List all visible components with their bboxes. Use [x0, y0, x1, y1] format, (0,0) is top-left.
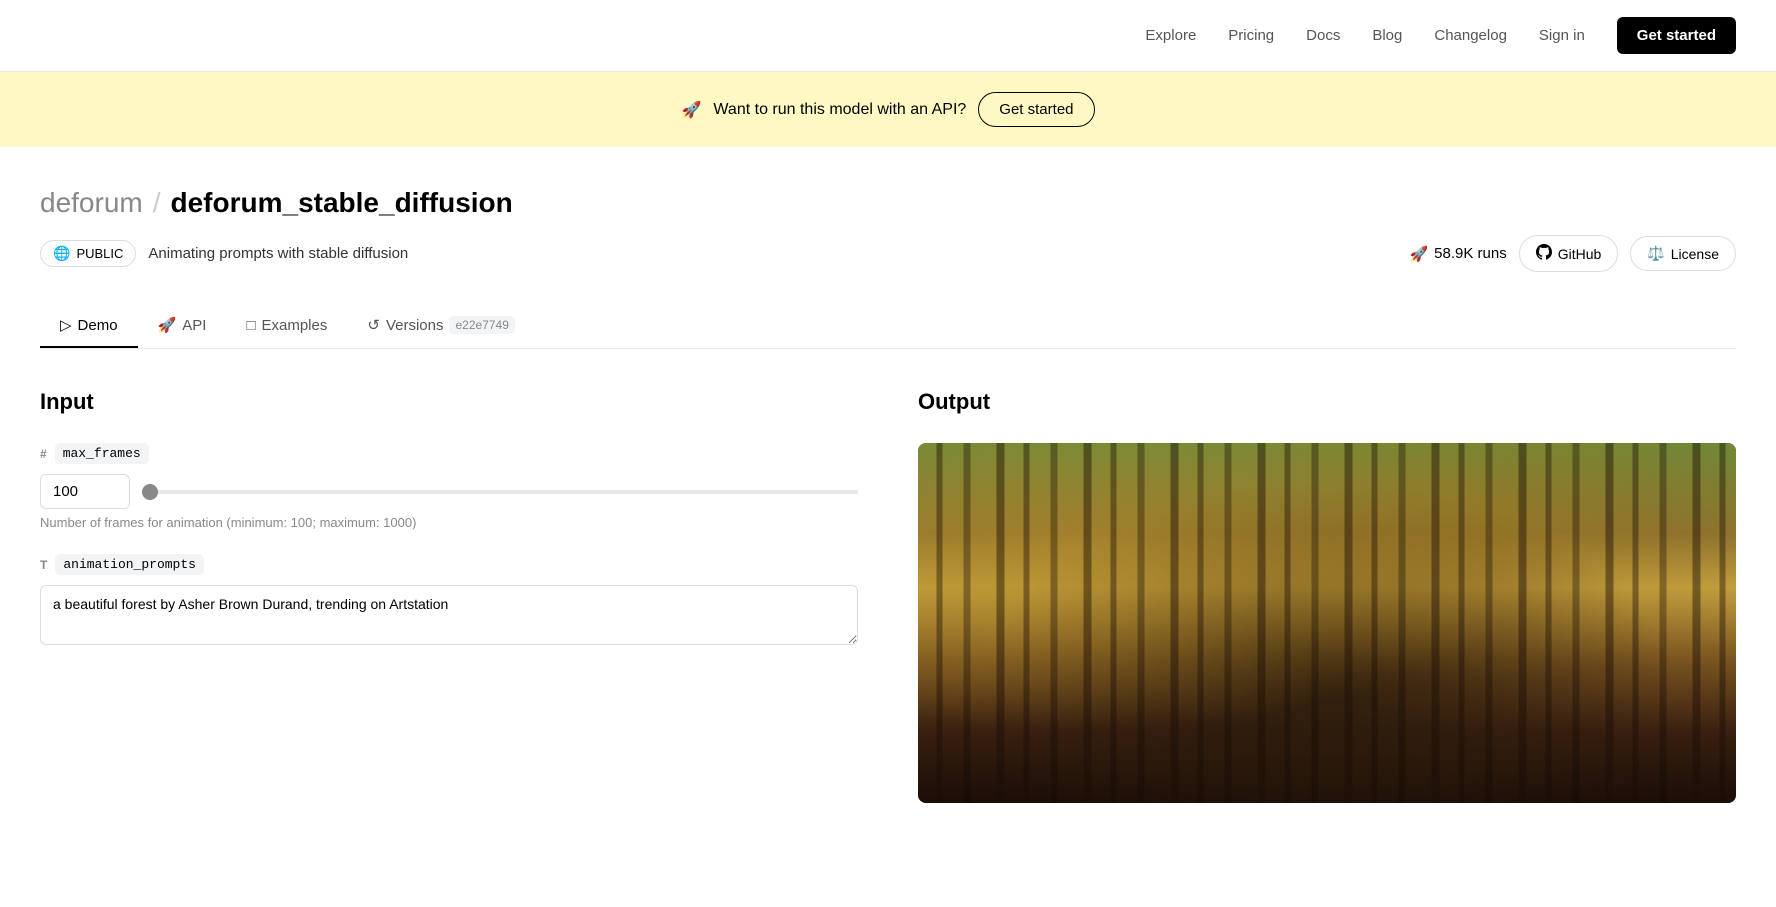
nav-links: Explore Pricing Docs Blog Changelog Sign… — [1145, 17, 1736, 54]
github-button[interactable]: GitHub — [1519, 235, 1619, 272]
github-label: GitHub — [1558, 246, 1602, 262]
meta-right: 🚀 58.9K runs GitHub ⚖️ License — [1409, 235, 1736, 272]
input-section: Input # max_frames Number of frames for … — [40, 389, 858, 803]
page-title-row: deforum / deforum_stable_diffusion — [40, 187, 1736, 219]
max-frames-slider[interactable] — [142, 490, 858, 494]
model-description: Animating prompts with stable diffusion — [148, 245, 408, 262]
examples-icon: □ — [246, 317, 255, 334]
banner-get-started-button[interactable]: Get started — [978, 92, 1094, 127]
model-name: deforum_stable_diffusion — [171, 187, 513, 219]
max-frames-controls — [40, 474, 858, 509]
banner-emoji: 🚀 — [682, 100, 702, 120]
license-label: License — [1671, 246, 1719, 262]
animation-prompts-label-row: T animation_prompts — [40, 554, 858, 575]
output-title: Output — [918, 389, 1736, 415]
version-tag: e22e7749 — [449, 316, 514, 334]
input-title: Input — [40, 389, 858, 415]
tabs-bar: ▷ Demo 🚀 API □ Examples ↺ Versions e22e7… — [40, 304, 1736, 349]
promo-banner: 🚀 Want to run this model with an API? Ge… — [0, 72, 1776, 147]
nav-get-started-button[interactable]: Get started — [1617, 17, 1736, 54]
tab-examples-label: Examples — [262, 317, 328, 334]
namespace-link[interactable]: deforum — [40, 187, 143, 219]
max-frames-description: Number of frames for animation (minimum:… — [40, 515, 858, 530]
visibility-label: PUBLIC — [76, 246, 123, 261]
content-area: Input # max_frames Number of frames for … — [40, 389, 1736, 803]
navbar: Explore Pricing Docs Blog Changelog Sign… — [0, 0, 1776, 72]
tab-demo-label: Demo — [78, 317, 118, 334]
meta-row: 🌐 PUBLIC Animating prompts with stable d… — [40, 235, 1736, 272]
max-frames-name: max_frames — [55, 443, 149, 464]
animation-prompts-field: T animation_prompts a beautiful forest b… — [40, 554, 858, 650]
animation-prompts-textarea[interactable]: a beautiful forest by Asher Brown Durand… — [40, 585, 858, 645]
banner-text: Want to run this model with an API? — [713, 101, 966, 119]
nav-signin[interactable]: Sign in — [1539, 27, 1585, 44]
tab-demo[interactable]: ▷ Demo — [40, 304, 138, 348]
tab-versions-label: Versions — [386, 317, 444, 334]
title-slash: / — [153, 187, 161, 219]
max-frames-label-row: # max_frames — [40, 443, 858, 464]
globe-icon: 🌐 — [53, 245, 70, 262]
output-image — [918, 443, 1736, 803]
output-section: Output — [918, 389, 1736, 803]
versions-icon: ↺ — [367, 316, 380, 334]
rocket-icon: 🚀 — [1409, 245, 1428, 263]
nav-docs[interactable]: Docs — [1306, 27, 1340, 44]
license-button[interactable]: ⚖️ License — [1630, 236, 1736, 271]
animation-prompts-type: T — [40, 558, 47, 572]
output-image-container — [918, 443, 1736, 803]
nav-changelog[interactable]: Changelog — [1434, 27, 1507, 44]
tab-api[interactable]: 🚀 API — [138, 304, 227, 348]
max-frames-input[interactable] — [40, 474, 130, 509]
tab-versions[interactable]: ↺ Versions e22e7749 — [347, 304, 535, 348]
runs-count: 🚀 58.9K runs — [1409, 245, 1506, 263]
max-frames-field: # max_frames Number of frames for animat… — [40, 443, 858, 530]
max-frames-type: # — [40, 447, 47, 461]
github-icon — [1536, 244, 1552, 263]
tab-examples[interactable]: □ Examples — [226, 305, 347, 348]
nav-pricing[interactable]: Pricing — [1228, 27, 1274, 44]
runs-count-label: 58.9K runs — [1434, 245, 1507, 262]
animation-prompts-name: animation_prompts — [55, 554, 204, 575]
api-icon: 🚀 — [158, 316, 177, 334]
play-icon: ▷ — [60, 316, 72, 334]
nav-blog[interactable]: Blog — [1372, 27, 1402, 44]
meta-left: 🌐 PUBLIC Animating prompts with stable d… — [40, 240, 408, 267]
license-icon: ⚖️ — [1647, 245, 1664, 262]
tab-api-label: API — [182, 317, 206, 334]
nav-explore[interactable]: Explore — [1145, 27, 1196, 44]
main-content: deforum / deforum_stable_diffusion 🌐 PUB… — [0, 147, 1776, 803]
visibility-badge: 🌐 PUBLIC — [40, 240, 136, 267]
